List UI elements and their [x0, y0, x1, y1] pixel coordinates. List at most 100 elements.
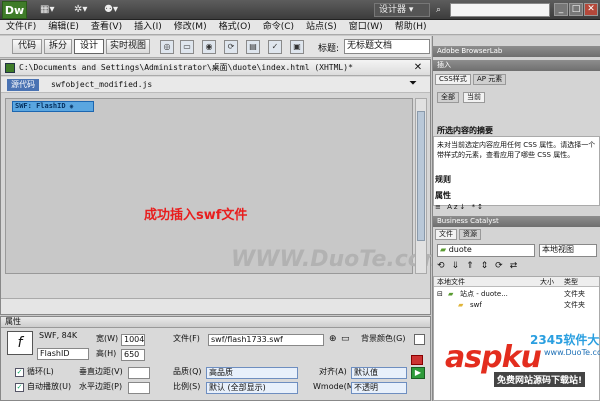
flash-icon: f [7, 331, 33, 355]
properties-header[interactable]: 属性 [1, 317, 430, 328]
site-select[interactable]: ▰ duote [437, 244, 535, 257]
tab-all[interactable]: 全部 [437, 92, 459, 103]
document-window: C:\Documents and Settings\Administrator\… [0, 59, 446, 315]
menu-modify[interactable]: 修改(M) [168, 20, 213, 34]
insert-panel-header[interactable]: 插入 [433, 60, 600, 71]
filter-icon[interactable]: ⏷ [406, 78, 420, 91]
menu-format[interactable]: 格式(O) [213, 20, 257, 34]
bg-color-swatch[interactable] [414, 334, 425, 345]
tab-css-styles[interactable]: CSS样式 [435, 74, 471, 85]
inspect-icon[interactable]: ◎ [160, 40, 174, 54]
brand-logo: 2345软件大全 [530, 333, 600, 347]
browserlab-panel-header[interactable]: Adobe BrowserLab [433, 46, 600, 57]
title-bar: Dw ▦▾ ✲▾ ⚉▾ 设计器 ▾ ⌕ _ □ ✕ [0, 0, 600, 20]
view-select[interactable]: 本地视图 [539, 244, 597, 257]
align-label: 对齐(A) [319, 367, 347, 376]
design-canvas[interactable]: SWF: FlashID ◉ 成功插入swf文件 WWW.DuoTe.com [5, 98, 446, 274]
vspace-input[interactable] [128, 367, 150, 379]
menu-file[interactable]: 文件(F) [0, 20, 42, 34]
workspace-switcher[interactable]: 设计器 ▾ [374, 3, 430, 17]
collapse-icon[interactable]: ⊟ [437, 289, 443, 300]
menu-bar: 文件(F) 编辑(E) 查看(V) 插入(I) 修改(M) 格式(O) 命令(C… [0, 20, 600, 35]
height-input[interactable]: 650 [121, 349, 145, 361]
search-icon: ⌕ [436, 5, 442, 15]
live-view-button[interactable]: 实时视图 [106, 39, 150, 54]
code-view-button[interactable]: 代码 [12, 39, 42, 54]
multiscreen-icon[interactable]: ▭ [180, 40, 194, 54]
document-close-button[interactable]: ✕ [411, 62, 425, 74]
quality-select[interactable]: 高品质 [206, 367, 298, 379]
minimize-button[interactable]: _ [554, 3, 568, 16]
title-input[interactable]: 无标题文档 [344, 39, 430, 54]
visual-aids-icon[interactable]: ▤ [246, 40, 260, 54]
menu-window[interactable]: 窗口(W) [343, 20, 389, 34]
tab-ap-elements[interactable]: AP 元素 [473, 74, 507, 85]
scale-label: 比例(S) [173, 382, 201, 391]
gear-icon[interactable]: ✲▾ [74, 3, 87, 17]
attribute-toolbar[interactable]: ≡ Az↓ *↕ [435, 203, 598, 213]
design-view-button[interactable]: 设计 [74, 39, 104, 54]
user-icon[interactable]: ⚉▾ [104, 3, 118, 17]
tab-assets[interactable]: 资源 [459, 229, 481, 240]
loop-checkbox[interactable]: ✓ [15, 368, 24, 377]
folder-icon[interactable]: ▭ [341, 333, 350, 345]
file-type: 文件夹 [564, 301, 585, 309]
folder-icon: ▰ [448, 290, 454, 298]
menu-edit[interactable]: 编辑(E) [42, 20, 85, 34]
menu-view[interactable]: 查看(V) [85, 20, 128, 34]
swf-placeholder-label: SWF: FlashID [15, 102, 66, 110]
preview-icon[interactable]: ◉ [202, 40, 216, 54]
quality-label: 品质(Q) [173, 367, 202, 376]
col-size[interactable]: 大小 [540, 277, 554, 287]
menu-help[interactable]: 帮助(H) [389, 20, 433, 34]
summary-title: 所选内容的摘要 [437, 126, 493, 135]
bg-color-label: 背景颜色(G) [361, 334, 406, 343]
source-code-tab[interactable]: 源代码 [7, 79, 39, 91]
swf-placeholder[interactable]: SWF: FlashID ◉ [12, 101, 94, 112]
file-row[interactable]: ▰ swf 文件夹 [434, 300, 599, 311]
col-type[interactable]: 类型 [564, 277, 578, 287]
file-row[interactable]: ⊟ ▰ 站点 - duote... 文件夹 [434, 289, 599, 300]
layout-icon[interactable]: ▦▾ [40, 3, 54, 17]
refresh-icon[interactable]: ⟳ [224, 40, 238, 54]
file-type: 文件夹 [564, 290, 585, 298]
scale-select[interactable]: 默认 (全部显示) [206, 382, 298, 394]
menu-site[interactable]: 站点(S) [300, 20, 343, 34]
css-summary-panel: 所选内容的摘要 未对当前选定内容应用任何 CSS 属性。请选择一个带样式的元素，… [433, 126, 600, 206]
rules-label[interactable]: 规则 [435, 174, 451, 185]
height-label: 高(H) [96, 349, 117, 358]
menu-commands[interactable]: 命令(C) [257, 20, 300, 34]
validate-icon[interactable]: ✓ [268, 40, 282, 54]
split-view-button[interactable]: 拆分 [44, 39, 72, 54]
col-local-files[interactable]: 本地文件 [437, 277, 465, 287]
flash-edit-icon[interactable] [411, 355, 423, 365]
properties-panel: 属性 f SWF, 84K FlashID 宽(W) 1004 高(H) 650… [0, 316, 431, 401]
maximize-button[interactable]: □ [569, 3, 583, 16]
scrollbar-thumb[interactable] [417, 111, 425, 241]
attributes-label[interactable]: 属性 [435, 190, 451, 201]
browser-check-icon[interactable]: ▣ [290, 40, 304, 54]
menu-insert[interactable]: 插入(I) [128, 20, 168, 34]
vspace-label: 垂直边距(V) [79, 367, 123, 376]
related-file-link[interactable]: swfobject_modified.js [51, 79, 152, 91]
title-label: 标题: [318, 44, 340, 54]
tab-files[interactable]: 文件 [435, 229, 457, 240]
business-catalyst-header[interactable]: Business Catalyst [433, 216, 600, 227]
play-button[interactable]: ▶ [411, 367, 425, 379]
hspace-input[interactable] [128, 382, 150, 394]
width-input[interactable]: 1004 [121, 334, 145, 346]
wmode-select[interactable]: 不透明 [351, 382, 407, 394]
site-folder-icon: ▰ [440, 245, 447, 254]
flash-id-input[interactable]: FlashID [37, 348, 89, 360]
target-icon[interactable]: ⊕ [329, 333, 337, 345]
dreamweaver-logo: Dw [2, 1, 27, 19]
close-button[interactable]: ✕ [584, 3, 598, 16]
files-toolbar[interactable]: ⟲⇓⇑⇕⟳⇄ [437, 260, 597, 272]
file-input[interactable]: swf/flash1733.swf [208, 334, 324, 346]
file-name: swf [470, 301, 482, 309]
tab-current[interactable]: 当前 [463, 92, 485, 103]
vertical-scrollbar[interactable] [415, 98, 427, 274]
align-select[interactable]: 默认值 [351, 367, 407, 379]
search-input[interactable] [450, 3, 550, 17]
autoplay-checkbox[interactable]: ✓ [15, 383, 24, 392]
